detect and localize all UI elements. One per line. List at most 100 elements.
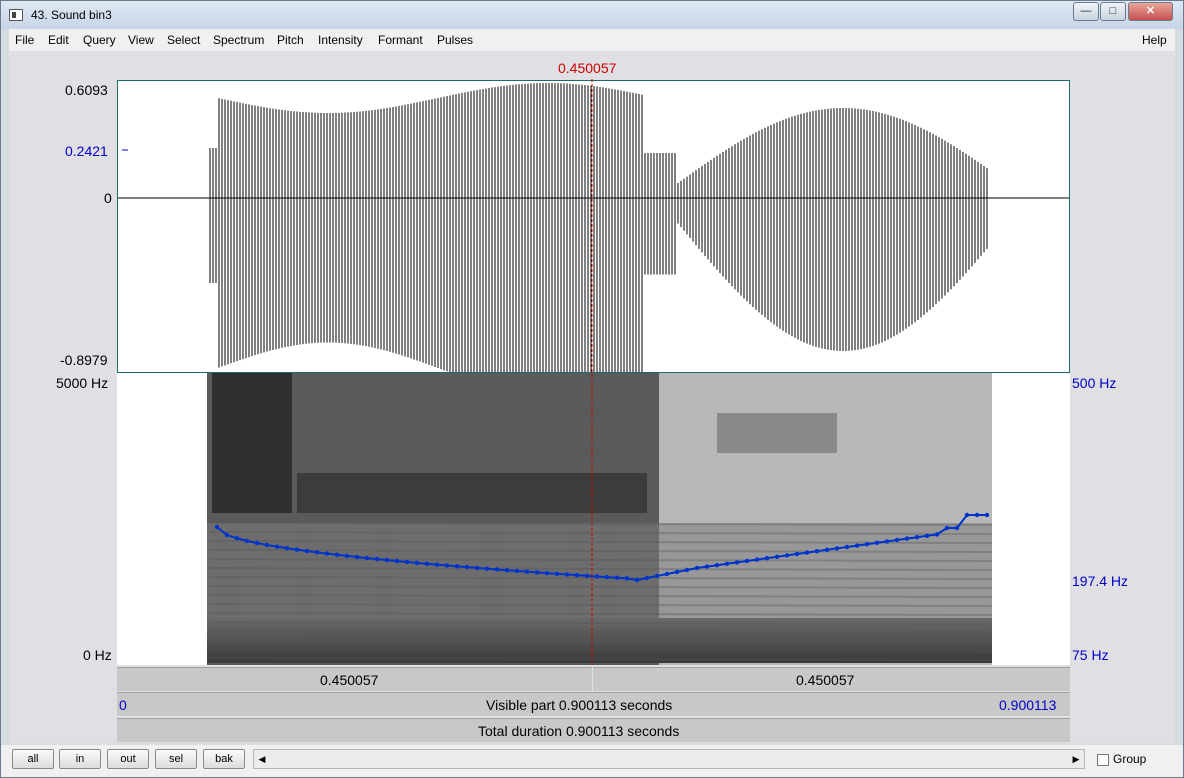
pitch-point	[444, 563, 450, 568]
window-icon	[9, 9, 23, 21]
pitch-point	[314, 550, 320, 555]
zoom-out-button[interactable]: out	[107, 749, 149, 769]
pitch-point	[954, 525, 960, 531]
segment-left-duration: 0.450057	[320, 672, 379, 688]
pitch-point	[874, 540, 880, 545]
maximize-button[interactable]: □	[1100, 2, 1126, 21]
pitch-point	[834, 546, 840, 551]
formant-blob	[212, 373, 292, 513]
pitch-point	[634, 577, 640, 583]
pitch-point	[224, 532, 230, 538]
total-duration-label: Total duration 0.900113 seconds	[478, 723, 680, 739]
segment-right-duration: 0.450057	[796, 672, 855, 688]
pitch-point	[574, 572, 580, 578]
visible-start-label: 0	[119, 697, 127, 713]
pitch-point	[334, 552, 340, 557]
pitch-point	[624, 576, 630, 581]
visible-part-bar[interactable]: 0 Visible part 0.900113 seconds 0.900113	[117, 692, 1070, 716]
menu-help[interactable]: Help	[1142, 33, 1167, 47]
pitch-point	[274, 544, 280, 549]
menu-file[interactable]: File	[15, 33, 34, 47]
pitch-point	[534, 570, 540, 575]
pitch-point	[794, 551, 800, 557]
menu-spectrum[interactable]: Spectrum	[213, 33, 264, 47]
pitch-point	[474, 565, 480, 571]
wave-ymax-label: 0.6093	[65, 82, 108, 98]
spectrogram-fmin-label: 0 Hz	[83, 647, 112, 663]
pitch-point	[854, 543, 860, 548]
menu-pulses[interactable]: Pulses	[437, 33, 473, 47]
pitch-point	[774, 554, 780, 559]
menu-pitch[interactable]: Pitch	[277, 33, 304, 47]
pitch-point	[864, 542, 870, 547]
pitch-point	[294, 547, 300, 552]
pitch-point	[434, 562, 440, 567]
horizontal-scrollbar[interactable]: ◀ ▶	[253, 749, 1085, 769]
segment-left-bar[interactable]: 0.450057	[117, 667, 592, 691]
pitch-point	[394, 558, 400, 564]
wave-zero-label: 0	[104, 190, 112, 206]
pitch-point	[374, 556, 380, 562]
pitch-point	[824, 547, 830, 552]
group-checkbox[interactable]	[1097, 754, 1109, 766]
zoom-back-button[interactable]: bak	[203, 749, 245, 769]
pitch-point	[544, 570, 550, 576]
wave-cursor-amplitude-label: 0.2421	[65, 143, 108, 159]
visible-part-label: Visible part 0.900113 seconds	[486, 697, 673, 713]
pitch-point	[704, 564, 710, 569]
cursor-line	[591, 79, 593, 375]
pitch-min-label: 75 Hz	[1072, 647, 1109, 663]
total-duration-bar[interactable]: Total duration 0.900113 seconds	[117, 718, 1070, 742]
menu-query[interactable]: Query	[83, 33, 116, 47]
waveform-trace	[209, 83, 988, 372]
pitch-point	[264, 542, 270, 548]
pitch-point	[324, 551, 330, 556]
pitch-point	[674, 569, 680, 575]
pitch-point	[924, 533, 930, 538]
menu-edit[interactable]: Edit	[48, 33, 69, 47]
bottom-toolbar: all in out sel bak ◀ ▶ Group	[1, 745, 1183, 777]
segment-right-bar[interactable]: 0.450057	[593, 667, 1070, 691]
menu-intensity[interactable]: Intensity	[318, 33, 363, 47]
pitch-point	[464, 564, 470, 570]
pitch-point	[984, 512, 990, 518]
pitch-point	[964, 512, 970, 518]
pitch-point	[384, 557, 390, 563]
pitch-point	[904, 536, 910, 541]
pitch-point	[714, 563, 720, 568]
pitch-point	[644, 575, 650, 581]
pitch-point	[504, 568, 510, 573]
close-button[interactable]: ✕	[1128, 2, 1173, 21]
pitch-point	[484, 566, 490, 571]
wave-ymin-label: -0.8979	[60, 352, 108, 368]
pitch-point	[284, 546, 290, 551]
pitch-point	[584, 573, 590, 579]
pitch-point	[344, 553, 350, 559]
pitch-point	[614, 575, 620, 580]
pitch-point	[664, 571, 670, 577]
pitch-point	[514, 568, 520, 574]
harmonics-band	[207, 523, 992, 623]
all-button[interactable]: all	[12, 749, 54, 769]
pitch-point	[884, 539, 890, 544]
pitch-point	[684, 567, 690, 573]
pitch-point	[234, 536, 240, 541]
pitch-point	[764, 556, 770, 561]
menu-select[interactable]: Select	[167, 33, 200, 47]
pitch-point	[214, 524, 220, 530]
zoom-selection-button[interactable]: sel	[155, 749, 197, 769]
cursor-time-label: 0.450057	[558, 60, 617, 76]
scroll-right-arrow-icon[interactable]: ▶	[1068, 750, 1084, 768]
pitch-point	[454, 564, 460, 569]
scroll-left-arrow-icon[interactable]: ◀	[254, 750, 270, 768]
minimize-button[interactable]: —	[1073, 2, 1099, 21]
pitch-point	[554, 571, 560, 576]
menu-formant[interactable]: Formant	[378, 33, 423, 47]
pitch-point	[724, 561, 730, 566]
pitch-point	[974, 512, 980, 518]
zoom-in-button[interactable]: in	[59, 749, 101, 769]
pitch-point	[404, 559, 410, 565]
menu-view[interactable]: View	[128, 33, 154, 47]
pitch-point	[844, 544, 850, 550]
visible-end-label: 0.900113	[999, 697, 1057, 713]
